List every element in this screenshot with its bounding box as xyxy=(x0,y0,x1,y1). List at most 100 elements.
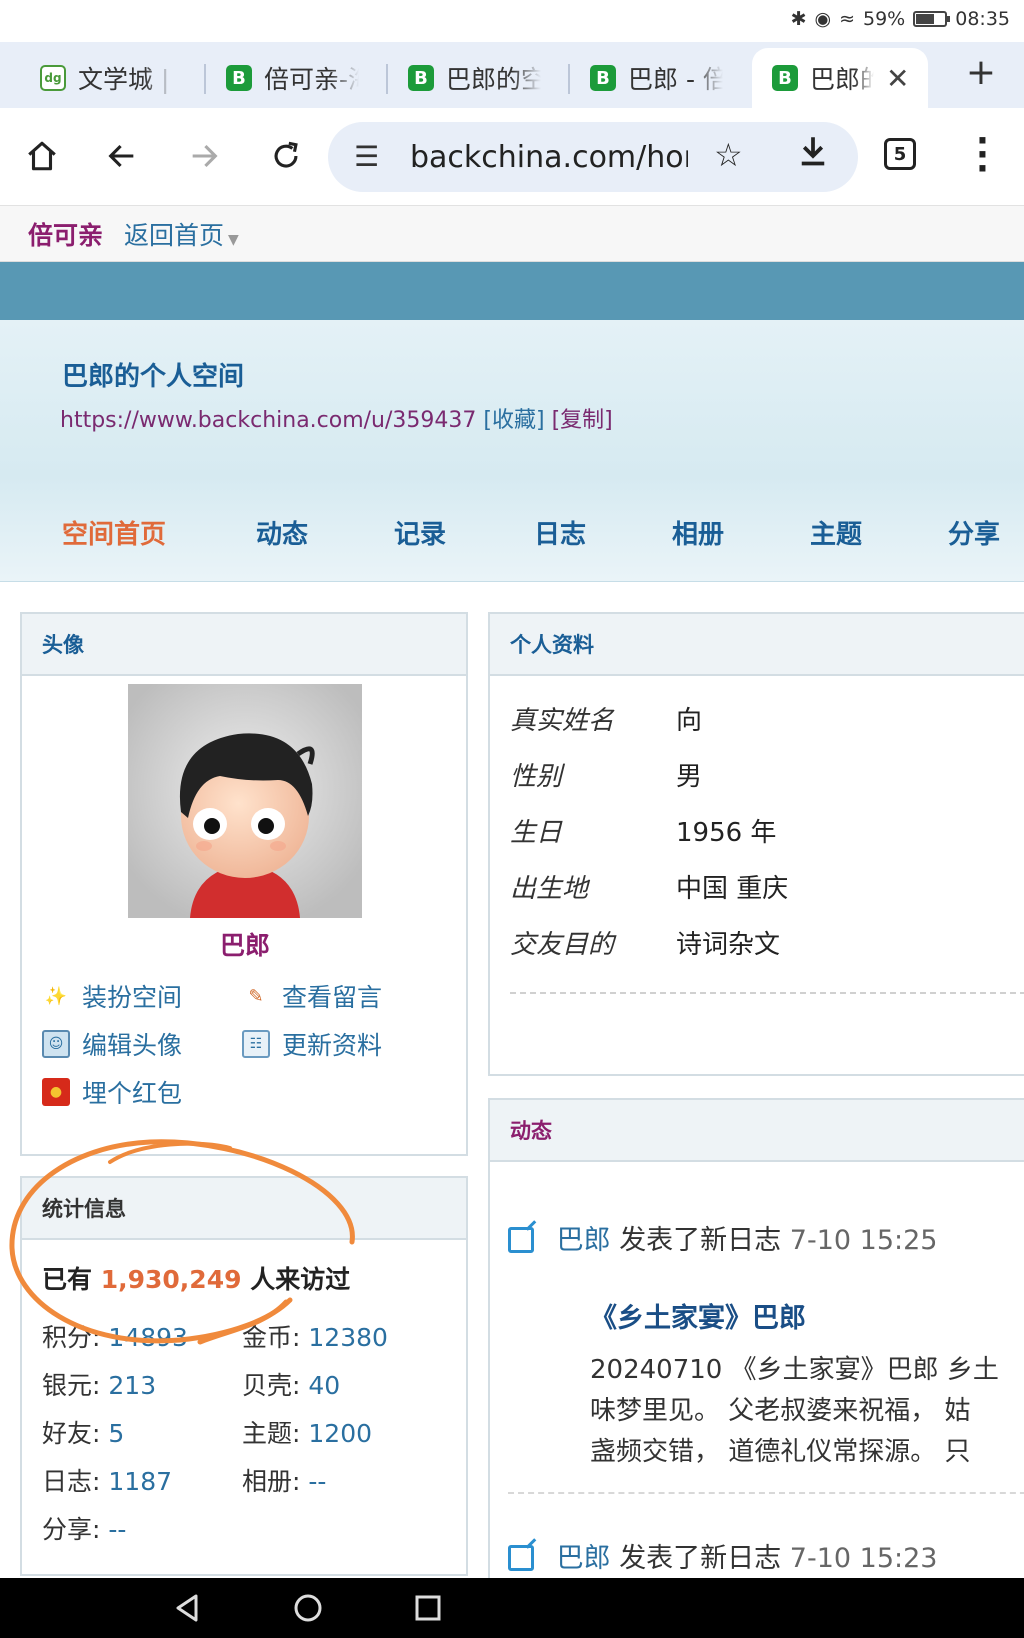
feed-author[interactable]: 巴郎 xyxy=(557,1543,611,1574)
feed-time: 7-10 15:23 xyxy=(789,1543,938,1574)
portrait-icon: ☺ xyxy=(42,1030,70,1058)
pencil-icon: ✎ xyxy=(248,985,264,1007)
forward-arrow-icon[interactable] xyxy=(182,134,226,178)
battery-percent: 59% xyxy=(863,8,906,30)
decorate-space-link[interactable]: ✨ 装扮空间 xyxy=(42,978,182,1014)
system-navigation-bar xyxy=(0,1578,1024,1638)
feed-author[interactable]: 巴郎 xyxy=(557,1225,611,1256)
feed-action: 发表了新日志 xyxy=(619,1225,782,1256)
stat-item: 金币: 12380 xyxy=(242,1323,388,1352)
red-envelope-label: 埋个红包 xyxy=(82,1079,183,1108)
clock: 08:35 xyxy=(955,8,1010,30)
tab-switcher-button[interactable]: 5 xyxy=(884,138,916,170)
nav-tab-home[interactable]: 空间首页 xyxy=(62,514,166,551)
back-arrow-icon[interactable] xyxy=(100,134,144,178)
stat-item: 相册: -- xyxy=(242,1467,327,1496)
feed-item: 巴郎 发表了新日志 7-10 15:25 xyxy=(508,1218,937,1257)
site-settings-icon[interactable]: ☰ xyxy=(354,140,379,173)
profile-value: 向 xyxy=(676,706,703,736)
stat-value[interactable]: 14893 xyxy=(108,1323,188,1352)
stat-label: 分享 xyxy=(42,1515,93,1544)
excerpt-line: 盏频交错， 道德礼仪常探源。 只 xyxy=(590,1437,971,1467)
profile-label: 出生地 xyxy=(510,874,589,904)
space-title[interactable]: 巴郎的个人空间 xyxy=(62,356,244,393)
stat-item: 好友: 5 xyxy=(42,1419,125,1448)
tab-title: 巴郎 - 倍 xyxy=(628,65,723,94)
profile-value: 1956 年 xyxy=(676,818,777,848)
feed-post-title[interactable]: 《乡土家宴》巴郎 xyxy=(590,1296,806,1335)
close-tab-icon[interactable]: ✕ xyxy=(886,62,909,95)
recents-square-icon[interactable] xyxy=(410,1590,446,1626)
profile-panel: 个人资料 真实姓名 向 性别 男 生日 1956 年 出生地 中国 重庆 交友目… xyxy=(488,612,1024,1076)
nav-tab-blog[interactable]: 日志 xyxy=(534,514,586,551)
stat-value[interactable]: 12380 xyxy=(308,1323,388,1352)
browser-tab-active[interactable]: B 巴郎的 ✕ xyxy=(752,48,928,108)
reload-icon[interactable] xyxy=(264,134,308,178)
download-icon[interactable] xyxy=(798,134,828,176)
profile-panel-heading: 个人资料 xyxy=(490,614,1024,676)
new-tab-button[interactable]: + xyxy=(966,52,996,93)
space-url-text: https://www.backchina.com/u/359437 xyxy=(60,408,477,433)
stat-label: 银元 xyxy=(42,1371,93,1400)
username[interactable]: 巴郎 xyxy=(22,926,468,962)
feed-panel-heading: 动态 xyxy=(490,1100,1024,1162)
browser-tab[interactable]: dg 文学城 | xyxy=(40,48,173,108)
tab-title: 文学城 | xyxy=(78,65,170,94)
profile-label: 交友目的 xyxy=(510,930,615,960)
address-bar[interactable]: ☰ backchina.com/hon ☆ xyxy=(328,122,858,192)
nav-tab-share[interactable]: 分享 xyxy=(948,514,1000,551)
status-bar: ✱ ◉ ≈ 59% 08:35 xyxy=(0,0,1024,42)
view-messages-link[interactable]: ✎ 查看留言 xyxy=(242,978,382,1014)
space-header: 巴郎的个人空间 https://www.backchina.com/u/3594… xyxy=(0,320,1024,582)
stat-value[interactable]: 213 xyxy=(108,1371,156,1400)
home-icon[interactable] xyxy=(20,134,64,178)
stat-label: 好友 xyxy=(42,1419,93,1448)
feed-post-excerpt: 20240710 《乡土家宴》巴郎 乡土 味梦里见。 父老叔婆来祝福， 姑 盏频… xyxy=(590,1350,1024,1473)
tab-title: 巴郎的空 xyxy=(446,65,541,94)
browser-tab[interactable]: B 倍可亲-海 xyxy=(226,48,359,108)
backchina-favicon-icon: B xyxy=(590,65,616,91)
divider xyxy=(510,992,1024,994)
visitor-suffix: 人来访过 xyxy=(250,1265,351,1294)
site-logo[interactable]: 倍可亲 xyxy=(28,216,103,252)
divider xyxy=(508,1492,1024,1494)
battery-level xyxy=(916,14,934,24)
copy-link[interactable]: [复制] xyxy=(552,408,613,433)
browser-tab[interactable]: B 巴郎的空 xyxy=(408,48,541,108)
stat-value[interactable]: 1200 xyxy=(308,1419,372,1448)
edit-avatar-label: 编辑头像 xyxy=(82,1031,183,1060)
red-envelope-link[interactable]: ● 埋个红包 xyxy=(42,1074,182,1110)
nav-tab-records[interactable]: 记录 xyxy=(394,514,446,551)
nav-tab-topics[interactable]: 主题 xyxy=(810,514,862,551)
visitor-prefix: 已有 xyxy=(42,1265,93,1294)
tab-title: 巴郎的 xyxy=(810,65,874,94)
url-text[interactable]: backchina.com/hon xyxy=(410,140,688,175)
excerpt-line: 味梦里见。 父老叔婆来祝福， 姑 xyxy=(590,1396,971,1426)
avatar-panel-heading: 头像 xyxy=(22,614,466,676)
bookmark-star-icon[interactable]: ☆ xyxy=(714,136,743,174)
stat-value[interactable]: 5 xyxy=(108,1419,124,1448)
stat-label: 金币 xyxy=(242,1323,293,1352)
avatar[interactable] xyxy=(128,684,362,918)
home-link[interactable]: 返回首页 ▼ xyxy=(124,216,239,252)
stat-value[interactable]: 1187 xyxy=(108,1467,172,1496)
update-profile-link[interactable]: ☷ 更新资料 xyxy=(242,1026,382,1062)
update-profile-label: 更新资料 xyxy=(282,1031,383,1060)
bluetooth-icon: ✱ xyxy=(790,8,807,30)
stat-value[interactable]: -- xyxy=(308,1467,326,1496)
browser-tab[interactable]: B 巴郎 - 倍 xyxy=(590,48,723,108)
more-menu-icon[interactable]: · · · xyxy=(976,124,989,186)
bookmark-link[interactable]: [收藏] xyxy=(483,408,544,433)
nav-tab-activity[interactable]: 动态 xyxy=(256,514,308,551)
profile-label: 真实姓名 xyxy=(510,706,615,736)
stat-value[interactable]: -- xyxy=(108,1515,126,1544)
stat-label: 贝壳 xyxy=(242,1371,293,1400)
back-triangle-icon[interactable] xyxy=(170,1590,206,1626)
edit-avatar-link[interactable]: ☺ 编辑头像 xyxy=(42,1026,182,1062)
tab-title: 倍可亲-海 xyxy=(264,65,359,94)
nav-tab-album[interactable]: 相册 xyxy=(672,514,724,551)
stat-value[interactable]: 40 xyxy=(308,1371,340,1400)
profile-value: 诗词杂文 xyxy=(676,930,781,960)
home-circle-icon[interactable] xyxy=(290,1590,326,1626)
backchina-favicon-icon: B xyxy=(772,65,798,91)
